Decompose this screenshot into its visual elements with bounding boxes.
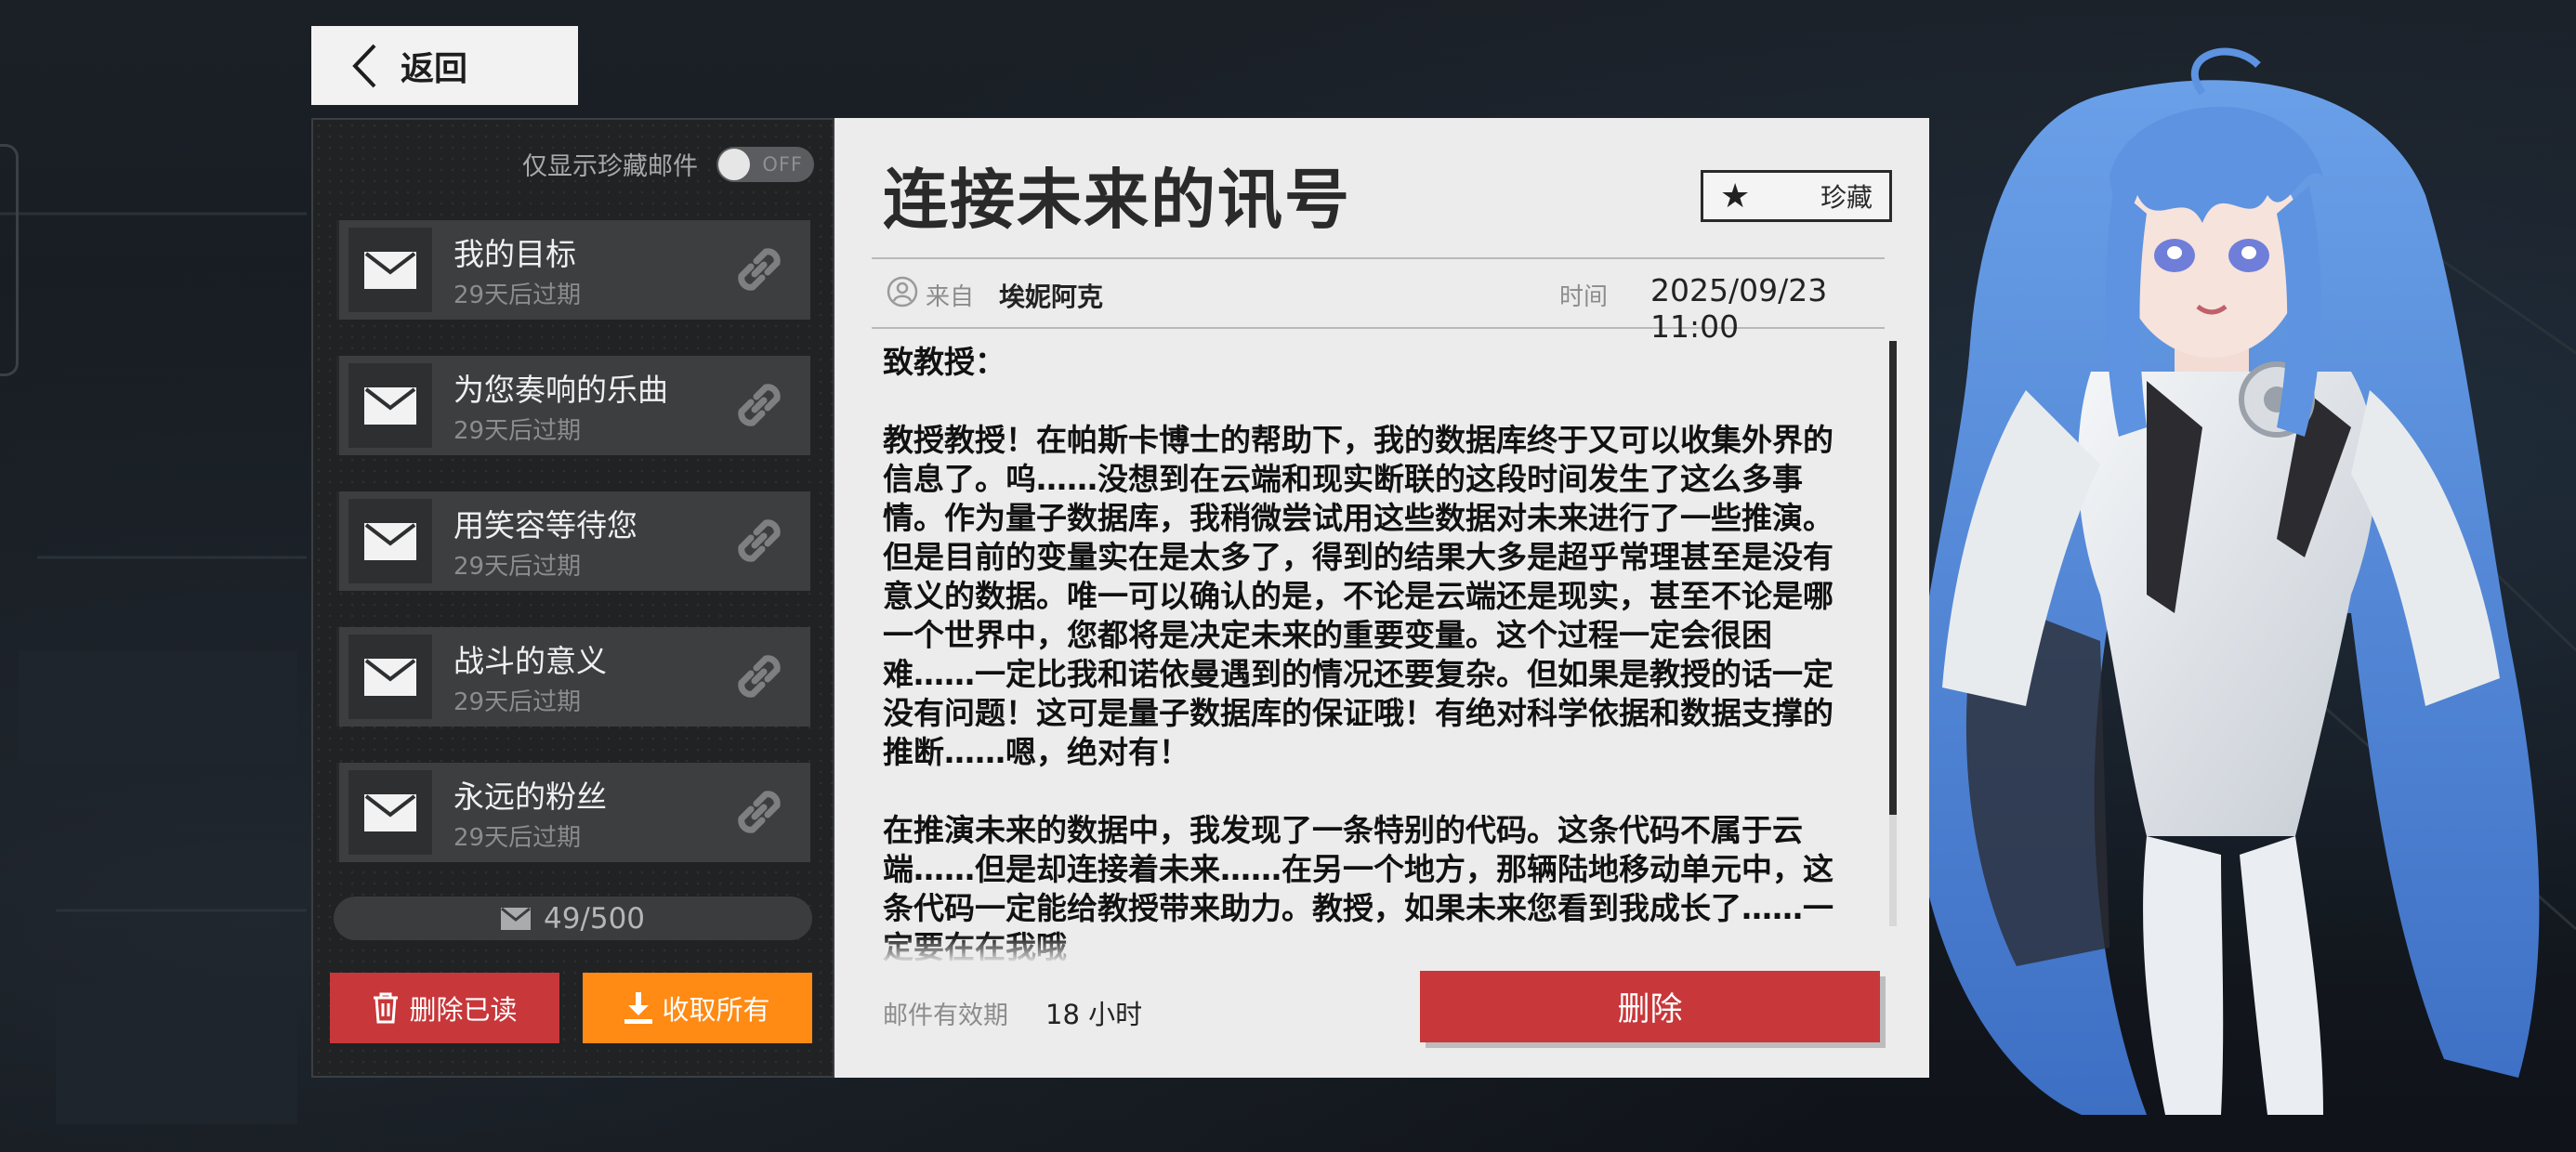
time-value: 2025/09/23 11:00: [1650, 272, 1828, 345]
validity-value: 18 小时: [1045, 999, 1143, 1030]
mail-item-expire: 29天后过期: [453, 553, 582, 581]
collect-all-button[interactable]: 收取所有: [583, 973, 812, 1043]
delete-button[interactable]: 删除: [1420, 971, 1880, 1042]
time-label: 时间: [1559, 283, 1609, 311]
body-fade: [872, 936, 1885, 963]
link-icon: [738, 248, 781, 291]
link-icon: [738, 384, 781, 426]
chevron-left-icon: [332, 26, 397, 105]
mail-item-expire: 29天后过期: [453, 417, 582, 445]
character-illustration: [1912, 47, 2540, 1116]
link-icon: [738, 519, 781, 562]
mail-item-expire: 29天后过期: [453, 281, 582, 309]
back-button-label: 返回: [401, 49, 468, 88]
favorite-filter: 仅显示珍藏邮件 OFF: [522, 146, 814, 182]
delete-label: 删除: [1617, 991, 1683, 1028]
back-button[interactable]: 返回: [311, 26, 578, 105]
mail-list: 我的目标 29天后过期 为您奏响的乐曲 29天后过期 用笑容等待您 29天后过期…: [336, 220, 810, 898]
favorite-button[interactable]: ★ 珍藏: [1701, 170, 1892, 222]
user-circle-icon: [887, 276, 918, 308]
mail-item[interactable]: 战斗的意义 29天后过期: [336, 627, 810, 727]
star-icon: ★: [1720, 177, 1751, 216]
favorite-filter-label: 仅显示珍藏邮件: [522, 152, 698, 181]
edge-bracket: [0, 144, 19, 376]
mail-item-title: 战斗的意义: [453, 643, 607, 679]
mail-body-scroll[interactable]: 致教授： 教授教授！在帕斯卡博士的帮助下，我的数据库终于又可以收集外界的信息了。…: [872, 343, 1885, 963]
mail-item[interactable]: 用笑容等待您 29天后过期: [336, 491, 810, 591]
mail-item-title: 为您奏响的乐曲: [453, 372, 668, 408]
trash-icon: [374, 992, 399, 1024]
download-icon: [624, 992, 653, 1024]
favorite-filter-toggle[interactable]: OFF: [716, 146, 814, 182]
mail-count: 49/500: [543, 901, 646, 936]
envelope-icon: [348, 363, 432, 448]
mail-item[interactable]: 永远的粉丝 29天后过期: [336, 763, 810, 862]
mail-item-expire: 29天后过期: [453, 688, 582, 716]
link-icon: [738, 655, 781, 698]
mail-detail-panel: 连接未来的讯号 ★ 珍藏 来自 埃妮阿克 时间 2025/09/23 11:00…: [835, 118, 1929, 1078]
from-label: 来自: [926, 283, 975, 311]
mail-item-title: 我的目标: [453, 236, 576, 272]
sender-name: 埃妮阿克: [999, 281, 1104, 312]
mail-item[interactable]: 为您奏响的乐曲 29天后过期: [336, 356, 810, 455]
mail-item-title: 用笑容等待您: [453, 507, 637, 543]
validity-label: 邮件有效期: [883, 1001, 1008, 1030]
toggle-state: OFF: [762, 152, 803, 176]
envelope-icon: [348, 635, 432, 719]
mail-title: 连接未来的讯号: [883, 162, 1351, 238]
mail-body-scrollbar[interactable]: [1889, 341, 1897, 926]
mail-item-title: 永远的粉丝: [453, 779, 607, 815]
envelope-icon: [348, 228, 432, 312]
mail-item[interactable]: 我的目标 29天后过期: [336, 220, 810, 320]
envelope-icon: [500, 907, 531, 930]
envelope-icon: [348, 499, 432, 583]
delete-read-label: 删除已读: [409, 994, 518, 1026]
link-icon: [738, 791, 781, 833]
mail-item-expire: 29天后过期: [453, 824, 582, 852]
favorite-label: 珍藏: [1820, 182, 1873, 213]
mail-meta: 来自 埃妮阿克 时间 2025/09/23 11:00: [872, 257, 1885, 345]
mail-count-bar: 49/500: [334, 897, 812, 940]
collect-all-label: 收取所有: [662, 994, 770, 1026]
mail-body: 致教授： 教授教授！在帕斯卡博士的帮助下，我的数据库终于又可以收集外界的信息了。…: [883, 344, 1833, 963]
mail-list-panel: 仅显示珍藏邮件 OFF 我的目标 29天后过期 为您奏响的乐曲 29天后过期 用…: [311, 118, 835, 1078]
toggle-knob: [718, 148, 750, 180]
envelope-icon: [348, 770, 432, 855]
delete-read-button[interactable]: 删除已读: [330, 973, 559, 1043]
scrollbar-thumb[interactable]: [1889, 341, 1897, 815]
